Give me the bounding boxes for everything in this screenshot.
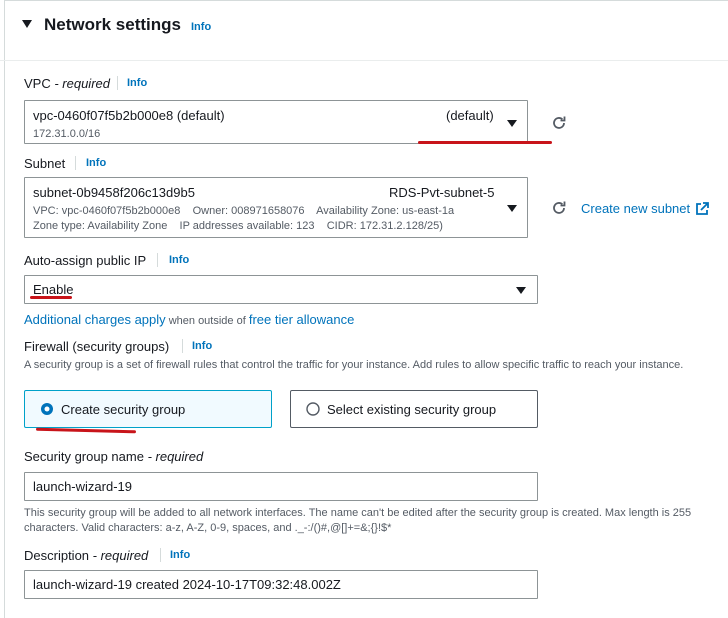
sg-name-value: launch-wizard-19 [33, 479, 132, 494]
charges-middle-text: when outside of [165, 315, 249, 327]
sg-name-label-text: Security group name [24, 449, 144, 464]
description-label: Description - required [24, 548, 148, 563]
section-title-text: Network settings [44, 15, 181, 34]
radio-unselected-icon [306, 402, 320, 416]
description-value: launch-wizard-19 created 2024-10-17T09:3… [33, 577, 341, 592]
vpc-separator [117, 76, 118, 90]
subnet-info-link[interactable]: Info [86, 157, 106, 169]
create-security-group-label: Create security group [61, 402, 186, 417]
charges-note: Additional charges apply when outside of… [24, 311, 354, 329]
public-ip-select-value: Enable [33, 282, 74, 297]
collapse-caret-icon[interactable] [22, 20, 32, 28]
public-ip-info-link[interactable]: Info [169, 254, 189, 266]
description-label-text: Description [24, 548, 90, 563]
firewall-info-link[interactable]: Info [192, 340, 212, 352]
subnet-details-line2: Zone type: Availability Zone IP addresse… [33, 220, 443, 232]
header-info-link[interactable]: Info [191, 21, 211, 33]
public-ip-separator [157, 253, 158, 267]
section-title: Network settings [44, 15, 181, 35]
vpc-required-text: - required [50, 76, 110, 91]
public-ip-label: Auto-assign public IP [24, 253, 147, 268]
subnet-label: Subnet [24, 156, 66, 171]
annotation-underline-enable [30, 296, 72, 299]
annotation-underline-vpc [418, 141, 552, 144]
external-link-icon[interactable] [695, 202, 709, 216]
refresh-subnet-icon[interactable] [550, 199, 568, 217]
chevron-down-icon [507, 120, 517, 127]
public-ip-select[interactable]: Enable [24, 275, 538, 304]
sg-name-input[interactable]: launch-wizard-19 [24, 472, 538, 501]
select-existing-security-group-option[interactable]: Select existing security group [290, 390, 538, 428]
select-existing-security-group-label: Select existing security group [327, 402, 497, 417]
create-security-group-option[interactable]: Create security group [24, 390, 272, 428]
description-required-text: - required [89, 548, 149, 563]
refresh-vpc-icon[interactable] [550, 114, 568, 132]
subnet-separator [75, 156, 76, 170]
sg-name-label: Security group name - required [24, 449, 203, 464]
create-new-subnet-link[interactable]: Create new subnet [581, 201, 690, 216]
subnet-select-value: subnet-0b9458f206c13d9b5 [33, 185, 195, 200]
vpc-cidr: 172.31.0.0/16 [33, 128, 101, 140]
vpc-label: VPC - required [24, 76, 110, 91]
sg-name-required-text: - required [143, 449, 204, 464]
firewall-label: Firewall (security groups) [24, 339, 170, 354]
vpc-select[interactable]: vpc-0460f07f5b2b000e8 (default) 172.31.0… [24, 100, 528, 144]
vpc-default-tag: (default) [446, 108, 494, 123]
chevron-down-icon [516, 287, 526, 294]
free-tier-link[interactable]: free tier allowance [249, 312, 355, 327]
description-separator [160, 548, 161, 562]
subnet-select[interactable]: subnet-0b9458f206c13d9b5 RDS-Pvt-subnet-… [24, 177, 528, 238]
radio-selected-icon [40, 402, 54, 416]
subnet-details-line1: VPC: vpc-0460f07f5b2b000e8 Owner: 008971… [33, 205, 455, 217]
description-info-link[interactable]: Info [170, 549, 190, 561]
sg-name-help: This security group will be added to all… [24, 507, 692, 534]
vpc-label-text: VPC [24, 76, 51, 91]
header-divider [0, 60, 728, 61]
subnet-name: RDS-Pvt-subnet-5 [389, 185, 495, 200]
additional-charges-link[interactable]: Additional charges apply [24, 312, 166, 327]
description-input[interactable]: launch-wizard-19 created 2024-10-17T09:3… [24, 570, 538, 599]
vpc-select-value: vpc-0460f07f5b2b000e8 (default) [33, 108, 225, 123]
firewall-separator [182, 339, 183, 353]
chevron-down-icon [507, 205, 517, 212]
vpc-info-link[interactable]: Info [127, 77, 147, 89]
firewall-description: A security group is a set of firewall ru… [24, 359, 684, 371]
